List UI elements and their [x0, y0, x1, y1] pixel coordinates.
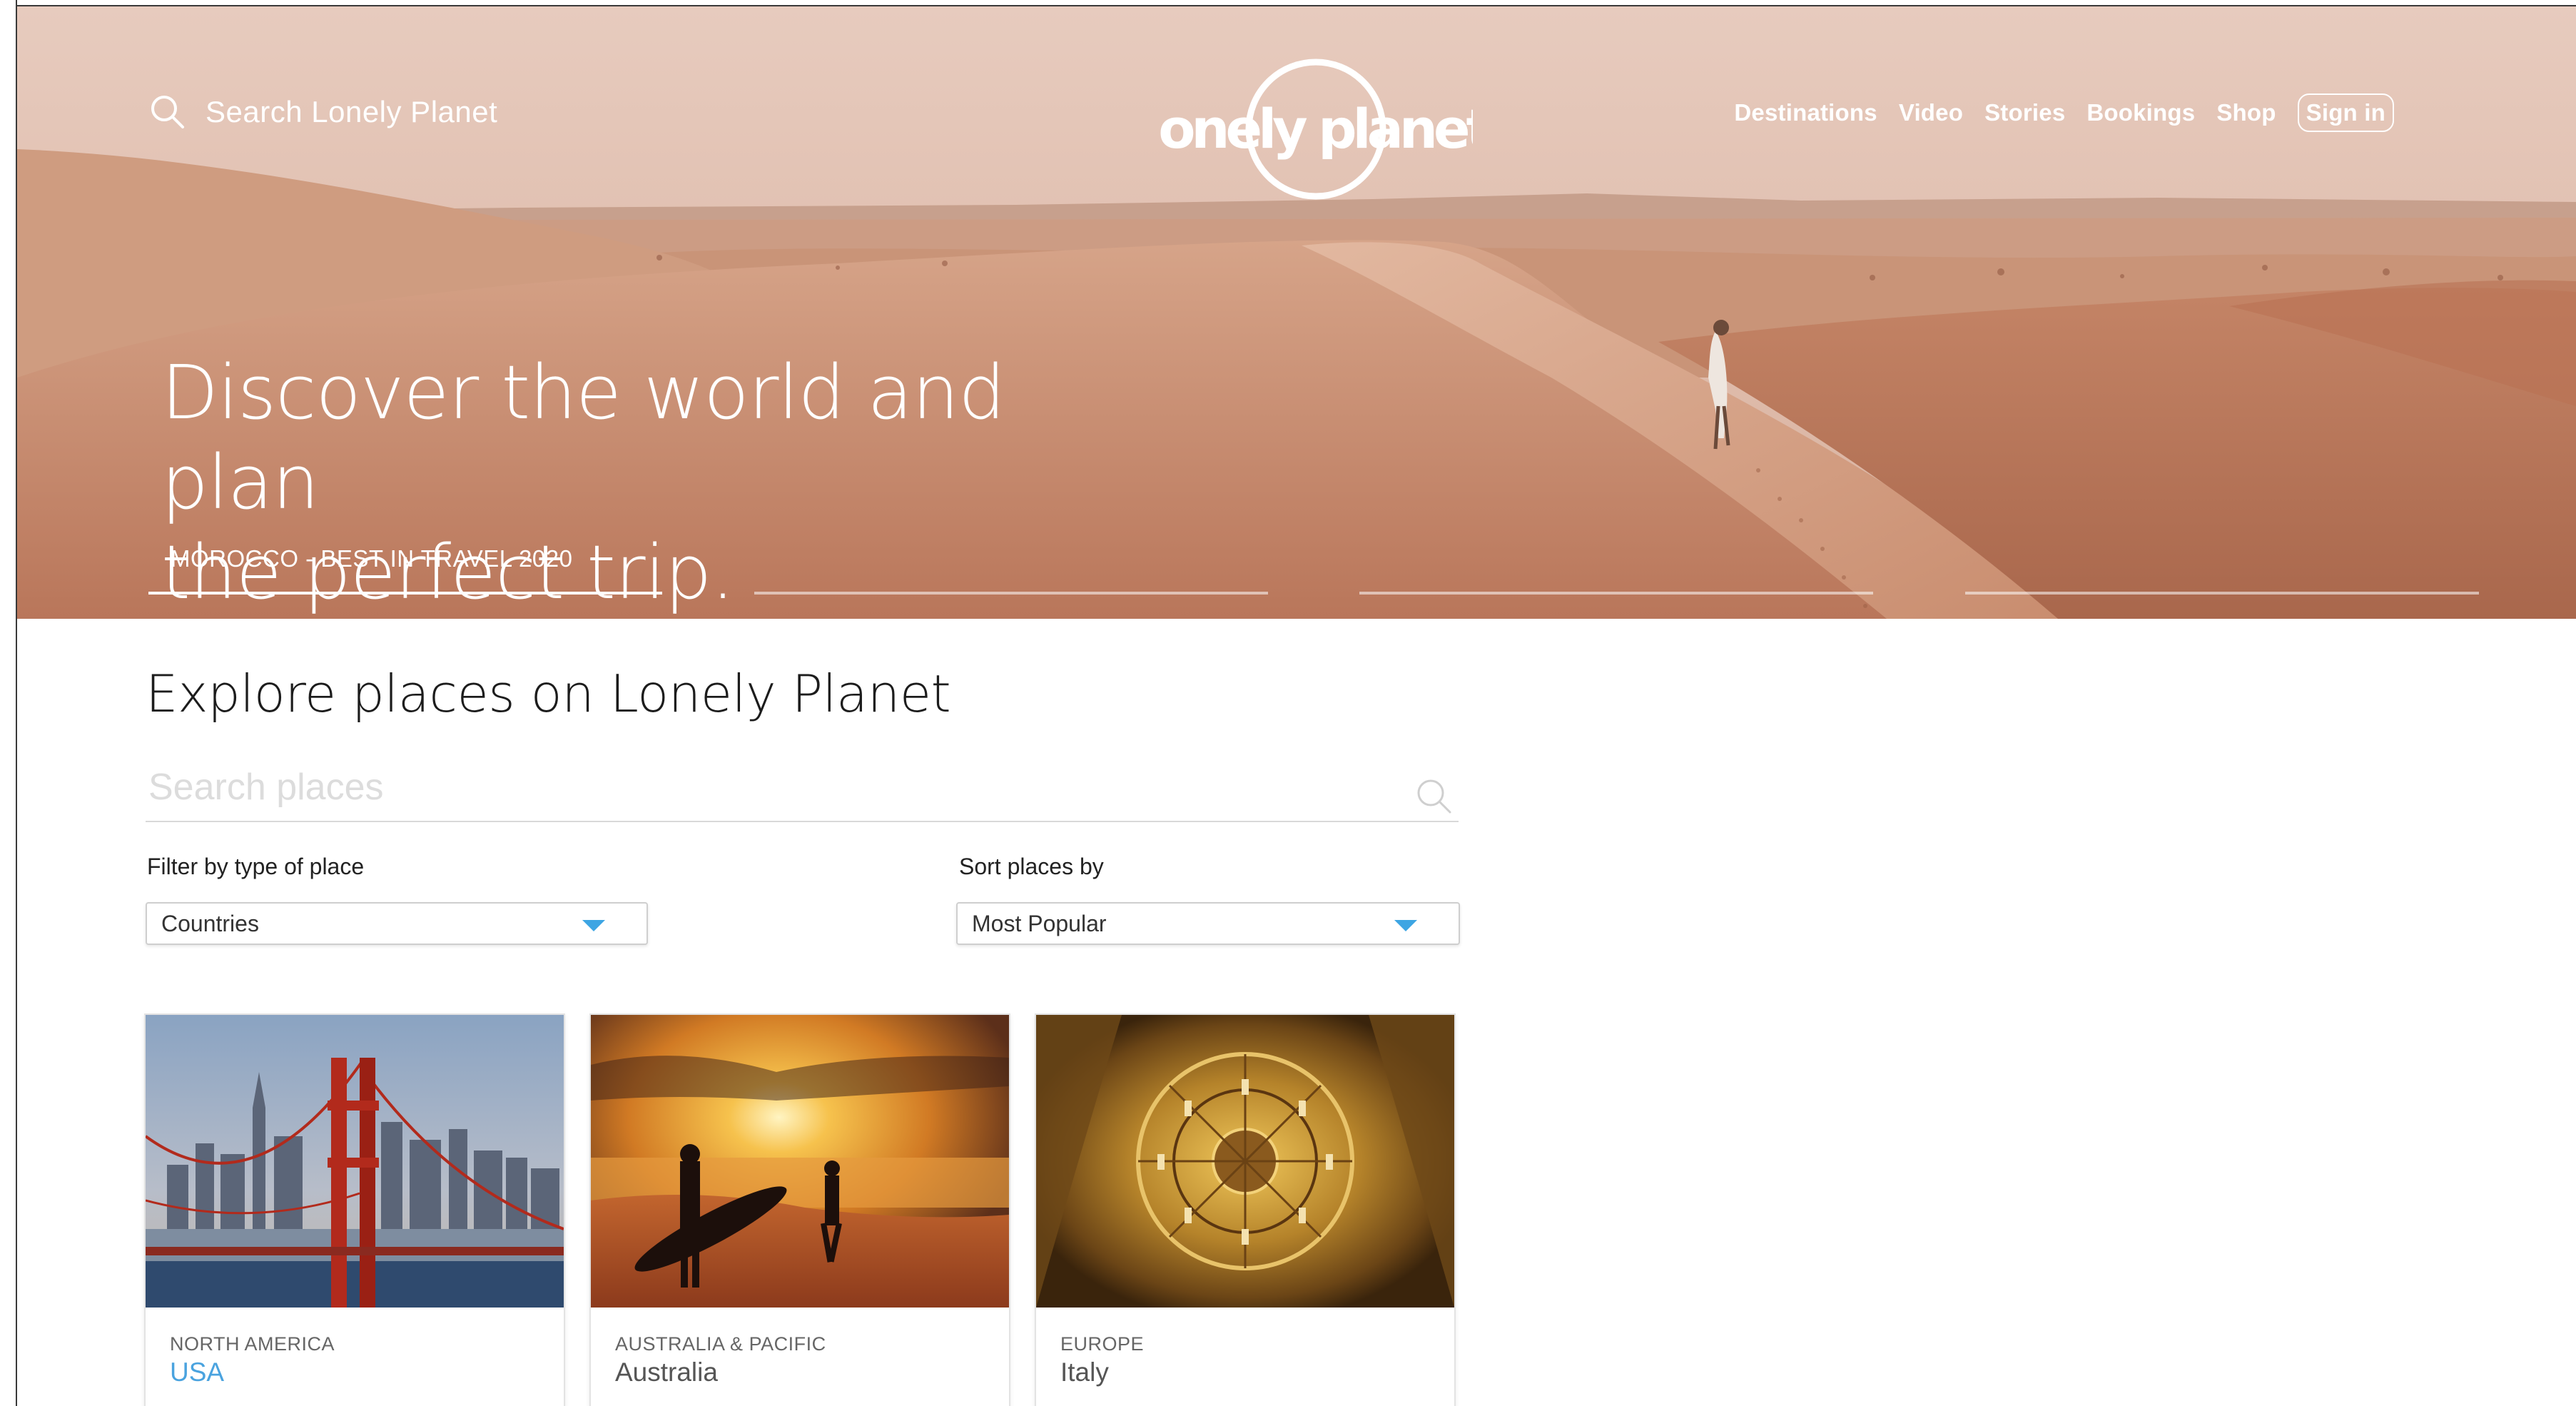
hero-title: Discover the world and plan the perfect …: [161, 348, 1160, 617]
place-card-australia[interactable]: AUSTRALIA & PACIFIC Australia: [589, 1013, 1010, 1406]
nav-destinations[interactable]: Destinations: [1734, 99, 1877, 126]
golden-gate-bridge-image: [146, 1015, 564, 1308]
place-card-italy[interactable]: EUROPE Italy: [1035, 1013, 1456, 1406]
nav-shop[interactable]: Shop: [2216, 99, 2276, 126]
card-place-name[interactable]: Italy: [1060, 1357, 1109, 1387]
card-region: AUSTRALIA & PACIFIC: [615, 1333, 826, 1355]
search-icon[interactable]: [1414, 777, 1454, 816]
card-place-name[interactable]: Australia: [615, 1357, 718, 1387]
filter-type-label: Filter by type of place: [147, 854, 365, 879]
slide-indicator-1[interactable]: [148, 592, 662, 595]
site-search-label: Search Lonely Planet: [206, 95, 498, 128]
mosaic-dome-image: [1036, 1015, 1454, 1308]
sort-label: Sort places by: [959, 854, 1104, 879]
nav-video[interactable]: Video: [1899, 99, 1963, 126]
search-icon: [151, 96, 184, 128]
hero-title-line1: Discover the world and plan: [161, 349, 1005, 526]
card-place-name[interactable]: USA: [170, 1357, 224, 1387]
logo-wordmark: lonely planet: [1159, 97, 1473, 161]
sign-in-button[interactable]: Sign in: [2297, 93, 2394, 132]
hero-banner: Search Lonely Planet lonely planet Desti…: [17, 6, 2576, 619]
nav-stories[interactable]: Stories: [1984, 99, 2065, 126]
hero-title-line2: the perfect trip.: [161, 529, 735, 616]
explore-title: Explore places on Lonely Planet: [146, 664, 951, 724]
place-card-usa[interactable]: NORTH AMERICA USA: [144, 1013, 565, 1406]
sort-value: Most Popular: [972, 910, 1107, 936]
nav-bookings[interactable]: Bookings: [2086, 99, 2195, 126]
places-search-input[interactable]: [148, 762, 1361, 812]
sort-select[interactable]: Most Popular: [956, 902, 1460, 945]
site-search-trigger[interactable]: Search Lonely Planet: [148, 84, 497, 141]
filter-type-value: Countries: [161, 910, 259, 936]
filter-type-select[interactable]: Countries: [146, 902, 648, 945]
lonely-planet-logo[interactable]: lonely planet: [1159, 49, 1473, 206]
slide-indicator-3[interactable]: [1359, 592, 1874, 595]
chevron-down-icon: [582, 920, 605, 931]
chevron-down-icon: [1394, 920, 1417, 931]
places-search: [146, 757, 1459, 822]
slide-indicator-4[interactable]: [1964, 592, 2479, 595]
main-nav: Destinations Video Stories Bookings Shop…: [1734, 93, 2394, 132]
surfer-sunset-beach-image: [591, 1015, 1009, 1308]
slide-indicator-2[interactable]: [754, 592, 1268, 595]
page: Search Lonely Planet lonely planet Desti…: [0, 0, 2576, 1406]
card-region: NORTH AMERICA: [170, 1333, 335, 1355]
card-region: EUROPE: [1060, 1333, 1145, 1355]
hero-caption[interactable]: MOROCCO - BEST IN TRAVEL 2020: [171, 545, 572, 572]
slide-indicators: [148, 592, 2479, 595]
